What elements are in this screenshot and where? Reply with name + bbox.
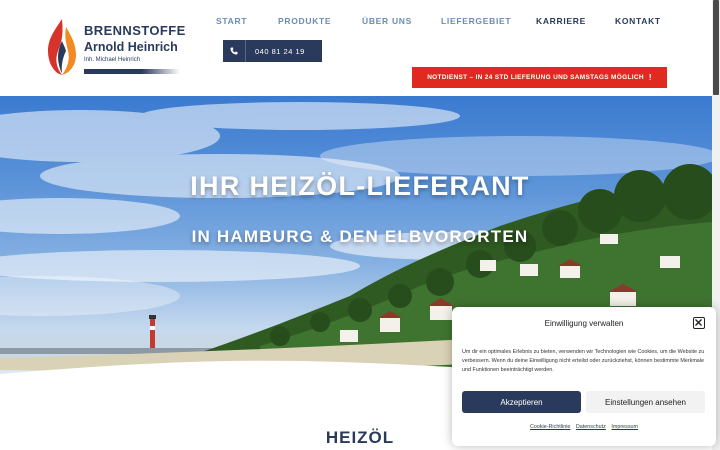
notdienst-banner[interactable]: NOTDIENST – IN 24 STD LIEFERUNG UND SAMS… [412,67,667,88]
close-icon[interactable] [693,317,705,329]
section-title-heizoel: HEIZÖL [325,428,395,447]
exclamation-icon: ! [648,73,652,82]
flame-icon [48,19,76,75]
phone-button[interactable]: 040 81 24 19 [223,40,322,62]
nav-item-start[interactable]: START [216,16,247,26]
accept-button[interactable]: Akzeptieren [462,391,581,413]
cookie-dialog-text: Um dir ein optimales Erlebnis zu bieten,… [462,349,705,373]
nav-item-ueber-uns[interactable]: ÜBER UNS [362,16,412,26]
logo-name-line1: BRENNSTOFFE [84,23,186,38]
logo-name-line2: Arnold Heinrich [84,40,178,54]
scrollbar-thumb[interactable] [713,0,719,95]
cookie-consent-dialog: Einwilligung verwalten Um dir ein optima… [452,307,716,446]
site-header: BRENNSTOFFE Arnold Heinrich Inh. Michael… [0,0,712,96]
nav-item-produkte[interactable]: PRODUKTE [278,16,331,26]
cookie-policy-link[interactable]: Cookie-Richtlinie [530,424,570,430]
logo-owner: Inh. Michael Heinrich [84,57,141,63]
privacy-link[interactable]: Datenschutz [576,424,606,430]
view-settings-button[interactable]: Einstellungen ansehen [586,391,705,413]
cookie-links: Cookie-Richtlinie Datenschutz Impressum [452,424,716,430]
site-logo[interactable]: BRENNSTOFFE Arnold Heinrich Inh. Michael… [44,17,186,79]
nav-item-kontakt[interactable]: KONTAKT [615,16,661,26]
nav-item-liefergebiet[interactable]: LIEFERGEBIET [441,16,511,26]
notdienst-label: NOTDIENST – IN 24 STD LIEFERUNG UND SAMS… [427,74,644,81]
nav-item-karriere[interactable]: KARRIERE [536,16,586,26]
imprint-link[interactable]: Impressum [611,424,638,430]
hero-subtitle: IN HAMBURG & DEN ELBVORORTEN [191,227,529,246]
phone-icon [223,40,246,62]
cookie-dialog-title: Einwilligung verwalten [544,319,624,328]
phone-number: 040 81 24 19 [255,46,305,56]
hero-title: IHR HEIZÖL-LIEFERANT [190,171,530,201]
logo-underline [84,69,180,74]
